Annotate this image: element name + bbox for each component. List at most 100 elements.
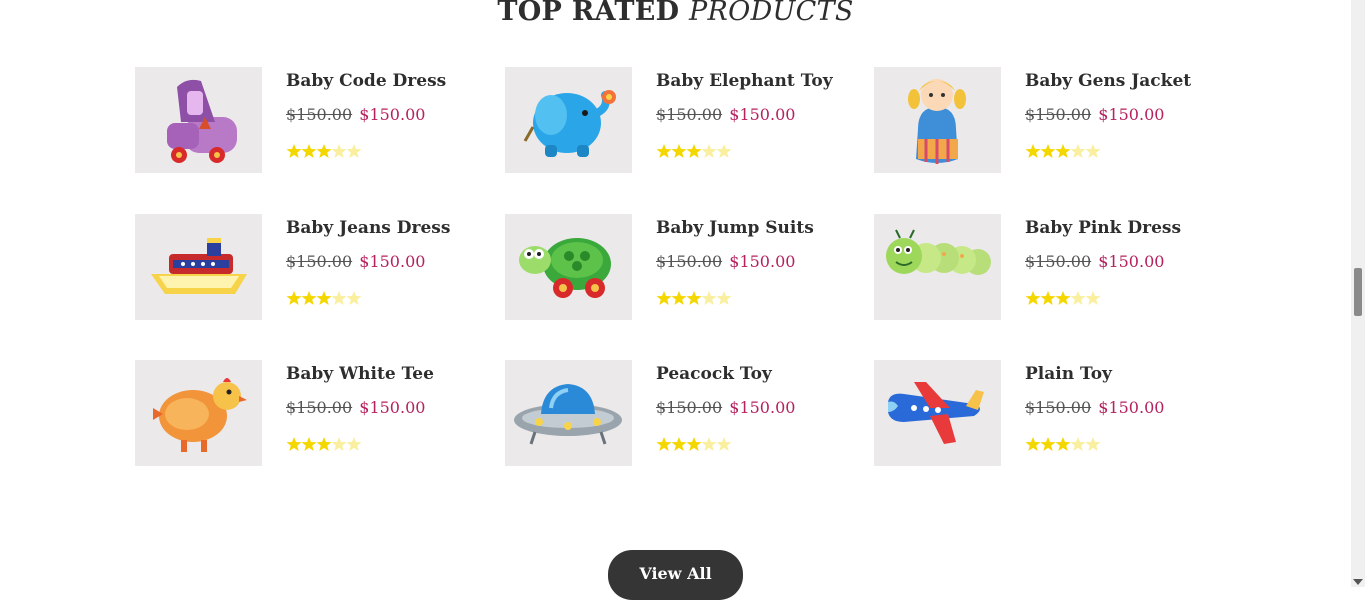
- old-price: $150.00: [656, 105, 723, 124]
- star-filled-icon: [286, 437, 302, 451]
- star-empty-icon: [1070, 144, 1086, 158]
- product-thumbnail[interactable]: [135, 360, 262, 466]
- star-empty-icon: [701, 437, 717, 451]
- star-rating: [286, 436, 362, 452]
- product-thumbnail[interactable]: [505, 67, 632, 173]
- elephant-toy-icon: [523, 90, 616, 157]
- star-filled-icon: [686, 437, 702, 451]
- star-filled-icon: [301, 144, 317, 158]
- sale-price: $150.00: [359, 105, 426, 124]
- star-empty-icon: [716, 144, 732, 158]
- product-name[interactable]: Baby Elephant Toy: [656, 71, 833, 91]
- old-price: $150.00: [656, 398, 723, 417]
- product-name[interactable]: Peacock Toy: [656, 364, 772, 384]
- star-filled-icon: [301, 437, 317, 451]
- sale-price: $150.00: [359, 252, 426, 271]
- product-card: Plain Toy $150.00 $150.00: [874, 360, 1214, 468]
- product-name[interactable]: Baby Jeans Dress: [286, 218, 450, 238]
- star-empty-icon: [331, 144, 347, 158]
- product-card: Baby Elephant Toy $150.00 $150.00: [505, 67, 845, 175]
- sale-price: $150.00: [729, 398, 796, 417]
- star-empty-icon: [1070, 437, 1086, 451]
- old-price: $150.00: [1025, 105, 1092, 124]
- star-filled-icon: [286, 291, 302, 305]
- star-rating: [286, 290, 362, 306]
- product-price: $150.00 $150.00: [286, 105, 425, 124]
- old-price: $150.00: [656, 252, 723, 271]
- product-thumbnail[interactable]: [874, 214, 1001, 320]
- star-empty-icon: [1085, 144, 1101, 158]
- caterpillar-toy-icon: [886, 229, 991, 275]
- old-price: $150.00: [286, 252, 353, 271]
- product-price: $150.00 $150.00: [1025, 252, 1164, 271]
- hen-toy-icon: [153, 378, 247, 452]
- sale-price: $150.00: [359, 398, 426, 417]
- star-filled-icon: [1040, 291, 1056, 305]
- doll-icon: [908, 79, 966, 164]
- star-filled-icon: [1040, 144, 1056, 158]
- product-thumbnail[interactable]: [505, 360, 632, 466]
- turtle-toy-icon: [519, 238, 611, 298]
- star-filled-icon: [316, 291, 332, 305]
- star-filled-icon: [686, 291, 702, 305]
- star-filled-icon: [671, 437, 687, 451]
- scrollbar-thumb[interactable]: [1354, 268, 1362, 316]
- product-name[interactable]: Baby Pink Dress: [1025, 218, 1181, 238]
- old-price: $150.00: [1025, 252, 1092, 271]
- old-price: $150.00: [286, 398, 353, 417]
- star-filled-icon: [686, 144, 702, 158]
- product-price: $150.00 $150.00: [656, 105, 795, 124]
- product-card: Baby Code Dress $150.00 $150.00: [135, 67, 475, 175]
- product-name[interactable]: Baby Gens Jacket: [1025, 71, 1191, 91]
- star-filled-icon: [1025, 291, 1041, 305]
- product-card: Baby Gens Jacket $150.00 $150.00: [874, 67, 1214, 175]
- sale-price: $150.00: [1098, 398, 1165, 417]
- sale-price: $150.00: [729, 252, 796, 271]
- star-rating: [1025, 436, 1101, 452]
- product-price: $150.00 $150.00: [286, 398, 425, 417]
- product-name[interactable]: Baby White Tee: [286, 364, 434, 384]
- star-filled-icon: [316, 437, 332, 451]
- product-thumbnail[interactable]: [135, 67, 262, 173]
- star-filled-icon: [671, 144, 687, 158]
- product-card: Baby Pink Dress $150.00 $150.00: [874, 214, 1214, 322]
- product-grid: Baby Code Dress $150.00 $150.00 Baby Ele…: [0, 0, 1351, 587]
- star-filled-icon: [1025, 437, 1041, 451]
- product-card: Baby Jeans Dress $150.00 $150.00: [135, 214, 475, 322]
- star-empty-icon: [701, 144, 717, 158]
- star-empty-icon: [716, 291, 732, 305]
- star-rating: [656, 290, 732, 306]
- star-empty-icon: [346, 437, 362, 451]
- product-name[interactable]: Baby Code Dress: [286, 71, 446, 91]
- product-thumbnail[interactable]: [135, 214, 262, 320]
- product-name[interactable]: Plain Toy: [1025, 364, 1112, 384]
- old-price: $150.00: [286, 105, 353, 124]
- scroll-down-arrow-icon[interactable]: [1353, 579, 1363, 585]
- view-all-button[interactable]: View All: [608, 550, 743, 600]
- ufo-toy-icon: [514, 384, 622, 445]
- product-thumbnail[interactable]: [874, 67, 1001, 173]
- product-card: Peacock Toy $150.00 $150.00: [505, 360, 845, 468]
- star-empty-icon: [1070, 291, 1086, 305]
- star-rating: [1025, 143, 1101, 159]
- product-price: $150.00 $150.00: [656, 252, 795, 271]
- star-filled-icon: [1040, 437, 1056, 451]
- star-filled-icon: [656, 437, 672, 451]
- star-rating: [286, 143, 362, 159]
- star-filled-icon: [1055, 437, 1071, 451]
- star-filled-icon: [1055, 144, 1071, 158]
- star-empty-icon: [716, 437, 732, 451]
- product-price: $150.00 $150.00: [1025, 105, 1164, 124]
- sale-price: $150.00: [1098, 252, 1165, 271]
- product-thumbnail[interactable]: [874, 360, 1001, 466]
- star-filled-icon: [316, 144, 332, 158]
- star-filled-icon: [1055, 291, 1071, 305]
- page-scrollbar[interactable]: [1351, 0, 1365, 587]
- toy-boat-icon: [151, 238, 247, 294]
- sale-price: $150.00: [1098, 105, 1165, 124]
- product-name[interactable]: Baby Jump Suits: [656, 218, 814, 238]
- star-filled-icon: [301, 291, 317, 305]
- old-price: $150.00: [1025, 398, 1092, 417]
- product-card: Baby White Tee $150.00 $150.00: [135, 360, 475, 468]
- product-thumbnail[interactable]: [505, 214, 632, 320]
